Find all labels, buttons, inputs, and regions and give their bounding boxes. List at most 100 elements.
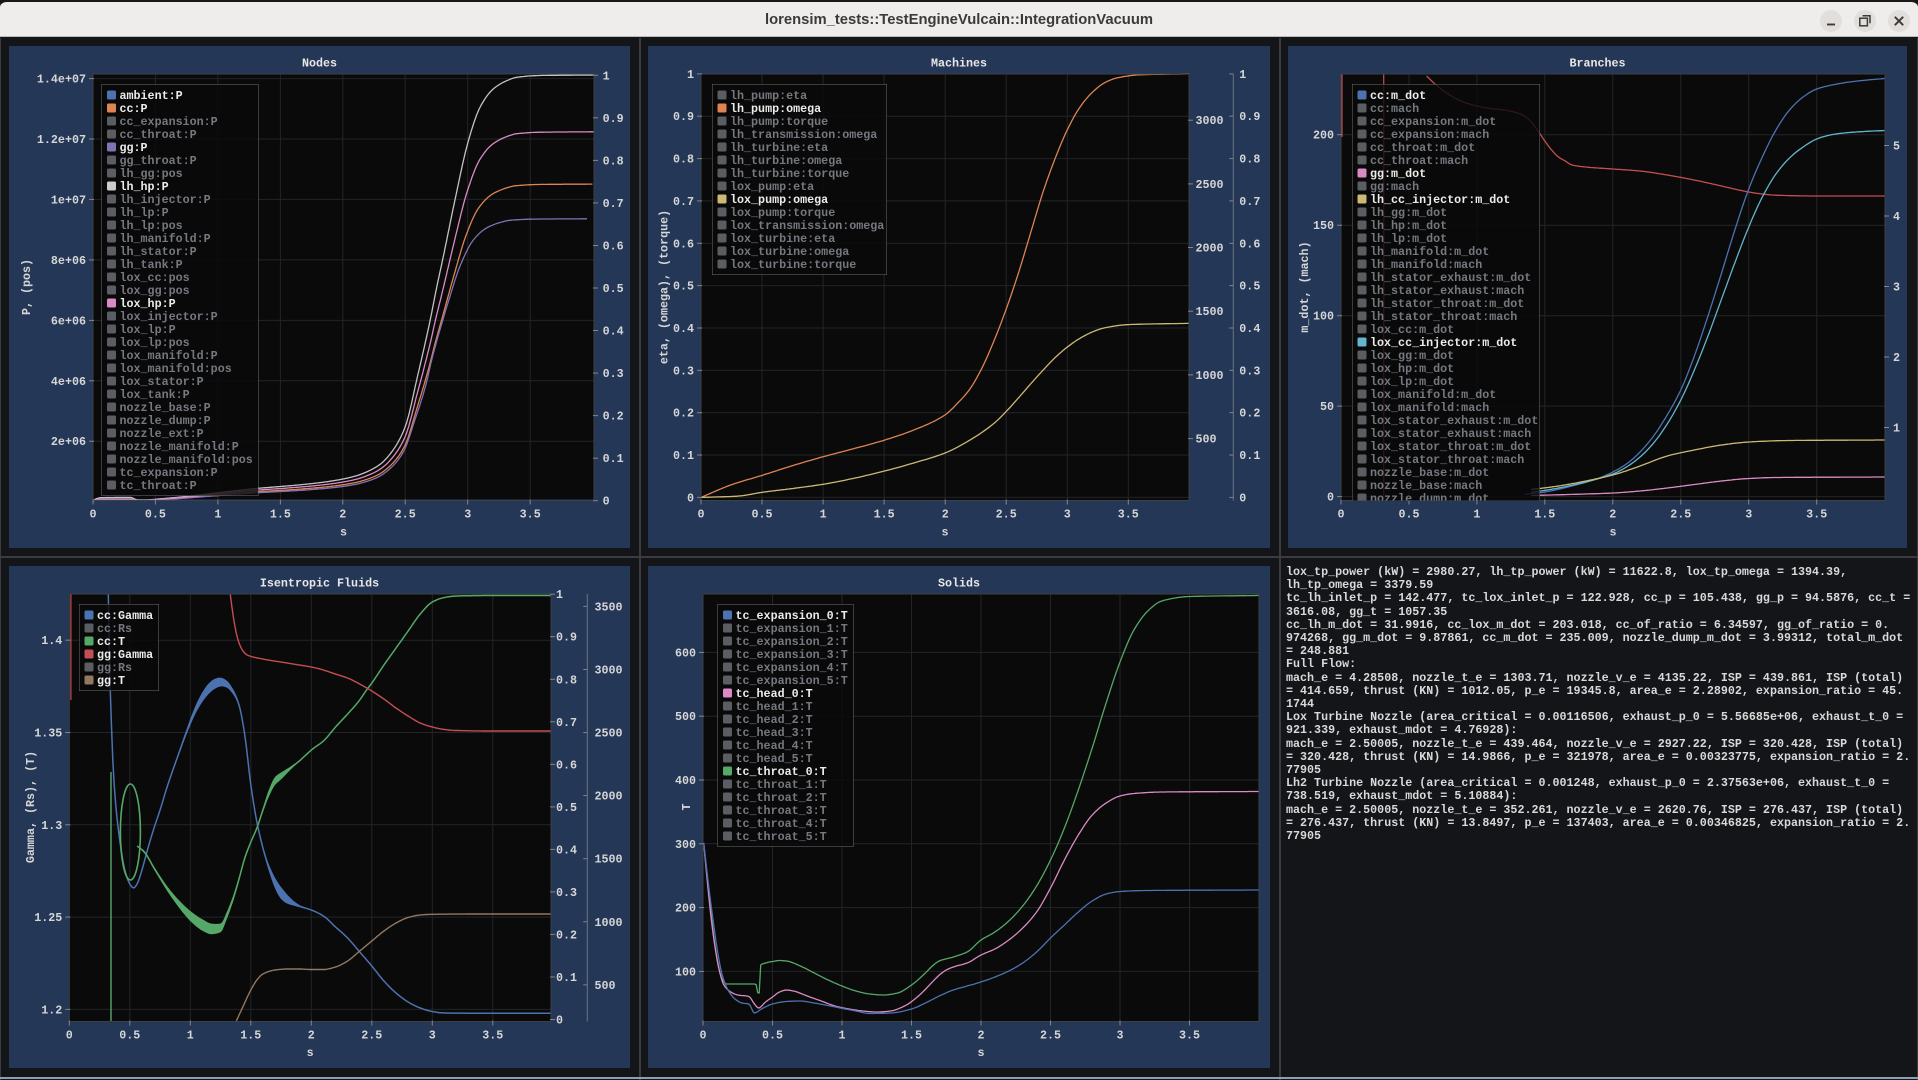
svg-text:cc_throat:P: cc_throat:P bbox=[120, 128, 197, 142]
svg-text:0.4: 0.4 bbox=[603, 325, 624, 339]
svg-text:2: 2 bbox=[339, 508, 346, 522]
svg-text:200: 200 bbox=[675, 902, 696, 916]
svg-text:2: 2 bbox=[308, 1029, 315, 1043]
svg-text:2: 2 bbox=[942, 508, 949, 522]
svg-text:1: 1 bbox=[687, 68, 694, 82]
svg-text:1.5: 1.5 bbox=[270, 508, 291, 522]
svg-text:3.5: 3.5 bbox=[1179, 1029, 1200, 1043]
svg-text:3000: 3000 bbox=[1196, 114, 1224, 128]
svg-text:0.5: 0.5 bbox=[603, 282, 624, 296]
svg-text:2500: 2500 bbox=[595, 727, 623, 741]
svg-text:0.9: 0.9 bbox=[556, 631, 577, 645]
svg-text:4e+06: 4e+06 bbox=[51, 375, 86, 389]
svg-text:1.5: 1.5 bbox=[901, 1029, 922, 1043]
svg-text:tc_expansion_3:T: tc_expansion_3:T bbox=[736, 648, 848, 662]
svg-text:0.3: 0.3 bbox=[556, 886, 577, 900]
svg-text:gg:T: gg:T bbox=[97, 674, 125, 688]
svg-text:0.5: 0.5 bbox=[762, 1029, 783, 1043]
svg-text:lox_lp:P: lox_lp:P bbox=[120, 323, 176, 337]
svg-text:gg:mach: gg:mach bbox=[1370, 180, 1419, 194]
svg-text:2.5: 2.5 bbox=[395, 508, 416, 522]
svg-text:2: 2 bbox=[1893, 351, 1900, 365]
svg-text:0.7: 0.7 bbox=[1239, 195, 1260, 209]
svg-text:1000: 1000 bbox=[1196, 369, 1224, 383]
svg-text:lox_cc_injector:m_dot: lox_cc_injector:m_dot bbox=[1370, 336, 1517, 350]
svg-text:300: 300 bbox=[675, 838, 696, 852]
svg-text:tc_throat_1:T: tc_throat_1:T bbox=[736, 778, 827, 792]
svg-text:lox_transmission:omega: lox_transmission:omega bbox=[730, 219, 884, 233]
svg-text:lox_stator:P: lox_stator:P bbox=[120, 375, 204, 389]
svg-text:0.7: 0.7 bbox=[556, 716, 577, 730]
svg-text:3: 3 bbox=[1116, 1029, 1123, 1043]
svg-text:tc_expansion:P: tc_expansion:P bbox=[120, 466, 218, 480]
svg-text:cc:mach: cc:mach bbox=[1370, 102, 1419, 116]
svg-text:m_dot, (mach): m_dot, (mach) bbox=[1298, 241, 1312, 332]
svg-text:gg:Rs: gg:Rs bbox=[97, 661, 132, 675]
svg-text:1: 1 bbox=[1473, 508, 1480, 522]
svg-text:lh_lp:m_dot: lh_lp:m_dot bbox=[1370, 232, 1447, 246]
svg-text:nozzle_manifold:pos: nozzle_manifold:pos bbox=[120, 453, 253, 467]
svg-text:lox_manifold:m_dot: lox_manifold:m_dot bbox=[1370, 388, 1496, 402]
svg-text:gg:P: gg:P bbox=[120, 141, 148, 155]
svg-text:1: 1 bbox=[1893, 422, 1900, 436]
svg-text:tc_head_0:T: tc_head_0:T bbox=[736, 687, 813, 701]
svg-text:nozzle_manifold:P: nozzle_manifold:P bbox=[120, 440, 239, 454]
svg-text:2.5: 2.5 bbox=[1040, 1029, 1061, 1043]
svg-text:lh_pump:omega: lh_pump:omega bbox=[730, 102, 821, 116]
svg-text:0.6: 0.6 bbox=[673, 237, 694, 251]
svg-text:0: 0 bbox=[1327, 491, 1334, 505]
svg-text:nozzle_dump:P: nozzle_dump:P bbox=[120, 414, 211, 428]
svg-text:s: s bbox=[307, 1046, 314, 1060]
svg-text:tc_head_3:T: tc_head_3:T bbox=[736, 726, 813, 740]
svg-text:3.5: 3.5 bbox=[1118, 508, 1139, 522]
svg-text:500: 500 bbox=[595, 979, 616, 993]
svg-text:3.5: 3.5 bbox=[520, 508, 541, 522]
svg-text:cc:Rs: cc:Rs bbox=[97, 622, 132, 636]
svg-text:2.5: 2.5 bbox=[1670, 508, 1691, 522]
svg-text:lox_manifold:P: lox_manifold:P bbox=[120, 349, 218, 363]
svg-text:0.8: 0.8 bbox=[673, 153, 694, 167]
svg-text:lh_stator_throat:mach: lh_stator_throat:mach bbox=[1370, 310, 1517, 324]
svg-text:1.25: 1.25 bbox=[34, 911, 62, 925]
svg-text:1.3: 1.3 bbox=[41, 819, 62, 833]
svg-text:1.5: 1.5 bbox=[874, 508, 895, 522]
svg-text:3500: 3500 bbox=[595, 600, 623, 614]
svg-text:0.2: 0.2 bbox=[603, 410, 624, 424]
svg-text:lox_pump:torque: lox_pump:torque bbox=[730, 206, 835, 220]
svg-text:cc_expansion:mach: cc_expansion:mach bbox=[1370, 128, 1489, 142]
svg-text:1.35: 1.35 bbox=[34, 727, 62, 741]
svg-text:nozzle_base:mach: nozzle_base:mach bbox=[1370, 479, 1482, 493]
svg-text:lh_turbine:torque: lh_turbine:torque bbox=[730, 167, 849, 181]
svg-text:tc_throat_5:T: tc_throat_5:T bbox=[736, 830, 827, 844]
svg-text:1.2: 1.2 bbox=[41, 1003, 62, 1017]
svg-text:1: 1 bbox=[1239, 68, 1246, 82]
svg-text:cc_throat:mach: cc_throat:mach bbox=[1370, 154, 1468, 168]
svg-text:tc_expansion_0:T: tc_expansion_0:T bbox=[736, 609, 848, 623]
svg-text:0.4: 0.4 bbox=[556, 843, 577, 857]
svg-text:0.1: 0.1 bbox=[1239, 449, 1260, 463]
svg-text:lh_turbine:eta: lh_turbine:eta bbox=[730, 141, 828, 155]
svg-text:1.5: 1.5 bbox=[240, 1029, 261, 1043]
svg-text:0.7: 0.7 bbox=[673, 195, 694, 209]
svg-text:2: 2 bbox=[977, 1029, 984, 1043]
svg-text:cc_throat:m_dot: cc_throat:m_dot bbox=[1370, 141, 1475, 155]
svg-text:0.9: 0.9 bbox=[673, 110, 694, 124]
svg-text:lox_lp:m_dot: lox_lp:m_dot bbox=[1370, 375, 1454, 389]
svg-text:0.2: 0.2 bbox=[1239, 407, 1260, 421]
svg-text:T: T bbox=[680, 803, 694, 810]
svg-text:lox_hp:P: lox_hp:P bbox=[120, 297, 176, 311]
svg-text:lox_hp:m_dot: lox_hp:m_dot bbox=[1370, 362, 1454, 376]
svg-text:tc_head_1:T: tc_head_1:T bbox=[736, 700, 813, 714]
svg-text:3.5: 3.5 bbox=[482, 1029, 503, 1043]
svg-text:gg:m_dot: gg:m_dot bbox=[1370, 167, 1426, 181]
svg-text:0.9: 0.9 bbox=[1239, 110, 1260, 124]
svg-text:cc:T: cc:T bbox=[97, 635, 125, 649]
svg-text:1.5: 1.5 bbox=[1534, 508, 1555, 522]
svg-text:0.5: 0.5 bbox=[556, 801, 577, 815]
svg-text:lox_injector:P: lox_injector:P bbox=[120, 310, 218, 324]
svg-text:lh_manifold:mach: lh_manifold:mach bbox=[1370, 258, 1482, 272]
svg-text:cc:m_dot: cc:m_dot bbox=[1370, 89, 1426, 103]
svg-text:0.1: 0.1 bbox=[556, 971, 577, 985]
svg-text:0.2: 0.2 bbox=[673, 407, 694, 421]
svg-text:nozzle_dump:m_dot: nozzle_dump:m_dot bbox=[1370, 492, 1489, 506]
